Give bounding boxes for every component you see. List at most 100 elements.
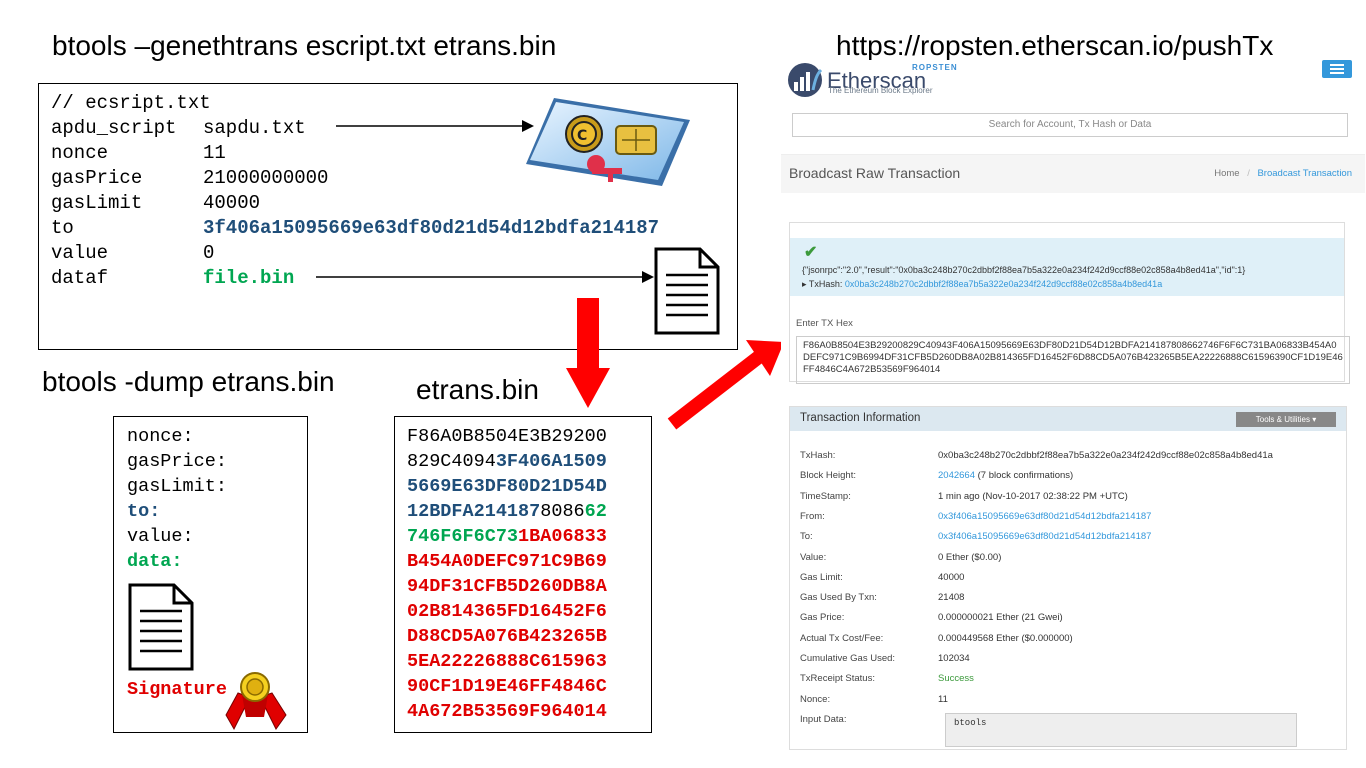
breadcrumb-current[interactable]: Broadcast Transaction (1257, 168, 1352, 179)
transaction-info-header: Transaction Information Tools & Utilitie… (790, 407, 1346, 431)
info-value: 11 (938, 694, 948, 705)
hex-segment: 5EA22226888C615963 (407, 651, 607, 672)
txhash-label: ▸ TxHash: (802, 279, 843, 289)
info-label: Gas Limit: (800, 571, 843, 583)
pushtx-url: https://ropsten.etherscan.io/pushTx (836, 30, 1274, 61)
etherscan-page: ROPSTEN Etherscan The Ethereum Block Exp… (781, 60, 1365, 750)
dump-field: value: (127, 526, 194, 547)
smartcard-icon: C (526, 98, 690, 186)
script-key: gasPrice (51, 167, 143, 189)
info-value-text[interactable]: 0x3f406a15095669e63df80d21d54d12bdfa2141… (938, 511, 1151, 522)
info-value: 102034 (938, 653, 970, 664)
red-diagonal-arrow (667, 340, 784, 430)
hex-segment: 746F6F6C73 (407, 526, 519, 547)
script-row: to 3f406a15095669e63df80d21d54d12bdfa2141… (51, 216, 659, 241)
document-icon (654, 247, 720, 335)
input-data-field[interactable]: btools (945, 713, 1297, 747)
hex-line: B454A0DEFC971C9B69 (407, 549, 607, 574)
script-row: gasPrice 21000000000 (51, 166, 328, 191)
info-value-text: 102034 (938, 653, 970, 664)
hex-segment: 90CF1D19E46FF4846C (407, 676, 607, 697)
hex-line: 90CF1D19E46FF4846C (407, 674, 607, 699)
red-down-arrow (566, 298, 610, 408)
tools-utilities-label: Tools & Utilities (1255, 415, 1310, 424)
result-txhash: ▸ TxHash: 0x0ba3c248b270c2dbbf2f88ea7b5a… (802, 279, 1162, 290)
script-value: 21000000000 (203, 167, 329, 189)
info-label: Input Data: (800, 713, 847, 725)
script-key: value (51, 242, 109, 264)
info-value-text: 0 Ether ($0.00) (938, 551, 1002, 563)
info-value-text: 0x0ba3c248b270c2dbbf2f88ea7b5a322e0a234f… (938, 450, 1273, 461)
script-row: apdu_script sapdu.txt (51, 116, 306, 141)
hex-segment: 02B814365FD16452F6 (407, 601, 607, 622)
tools-utilities-button[interactable]: Tools & Utilities ▾ (1236, 412, 1336, 427)
etherscan-logo-icon[interactable] (785, 62, 825, 98)
etrans-hex-box: F86A0B8504E3B29200 829C40943F406A1509 5669… (394, 416, 652, 733)
hex-segment: 62 (584, 501, 607, 522)
info-value[interactable]: 0x3f406a15095669e63df80d21d54d12bdfa2141… (938, 511, 1151, 522)
info-value-text[interactable]: 2042664 (938, 470, 975, 481)
info-value-text: 11 (938, 693, 948, 705)
tx-hex-textarea[interactable]: F86A0B8504E3B29200829C40943F406A15095669… (796, 336, 1350, 384)
svg-text:C: C (577, 128, 587, 144)
arrow-to-card (336, 120, 534, 132)
breadcrumb-home[interactable]: Home (1214, 168, 1239, 179)
search-input[interactable]: Search for Account, Tx Hash or Data (792, 113, 1348, 137)
hex-line: 5669E63DF80D21D54D (407, 474, 607, 499)
info-value[interactable]: 0x3f406a15095669e63df80d21d54d12bdfa2141… (938, 531, 1151, 542)
etrans-label: etrans.bin (416, 374, 539, 405)
script-row: value 0 (51, 241, 214, 266)
script-value: 40000 (203, 192, 261, 214)
script-key: dataf (51, 267, 109, 289)
dump-box: nonce: gasPrice: gasLimit: to: value: data: S… (113, 416, 308, 733)
info-value-extra: (7 block confirmations) (974, 470, 1074, 482)
check-icon: ✔ (804, 244, 818, 261)
script-value: 11 (203, 142, 226, 164)
genethtrans-command: btools –genethtrans escript.txt etrans.b… (52, 30, 557, 61)
info-value-text: Success (938, 673, 974, 685)
hex-line: 5EA22226888C615963 (407, 649, 607, 674)
dump-command: btools -dump etrans.bin (42, 366, 335, 397)
hex-segment: 1BA06833 (518, 526, 607, 547)
info-value-text[interactable]: 0x3f406a15095669e63df80d21d54d12bdfa2141… (938, 531, 1151, 542)
info-label: Gas Price: (800, 612, 845, 624)
dump-field: to: (127, 501, 161, 522)
info-label: TimeStamp: (800, 490, 851, 502)
transaction-info-panel: Transaction Information Tools & Utilitie… (789, 406, 1347, 750)
script-value: sapdu.txt (203, 117, 306, 139)
info-label: TxReceipt Status: (800, 673, 875, 685)
hex-line: 746F6F6C731BA06833 (407, 524, 607, 549)
arrow-to-file (316, 271, 654, 283)
page-title: Broadcast Raw Transaction (789, 165, 961, 181)
info-label: Cumulative Gas Used: (800, 653, 896, 664)
dump-field: nonce: (127, 426, 194, 447)
dump-field: gasPrice: (127, 451, 227, 472)
result-json: {"jsonrpc":"2.0","result":"0x0ba3c248b27… (802, 265, 1246, 275)
script-row: nonce 11 (51, 141, 226, 166)
info-value: 1 min ago (Nov-10-2017 02:38:22 PM +UTC) (938, 491, 1128, 502)
signature-label: Signature (127, 679, 227, 700)
info-value-text: 0.000449568 Ether ($0.000000) (938, 632, 1073, 644)
hex-segment: 4A672B53569F964014 (407, 701, 607, 722)
info-label: Value: (800, 551, 827, 563)
info-label: Actual Tx Cost/Fee: (800, 632, 884, 644)
enter-tx-hex-label: Enter TX Hex (796, 318, 853, 329)
breadcrumb: Home / Broadcast Transaction (1214, 168, 1352, 179)
info-value: 0 Ether ($0.00) (938, 552, 1001, 563)
hex-line: F86A0B8504E3B29200 (407, 424, 607, 449)
hex-segment: D88CD5A076B423265B (407, 626, 607, 647)
script-value: 3f406a15095669e63df80d21d54d12bdfa214187 (203, 217, 660, 239)
hex-segment: 12BDFA214187 (407, 501, 541, 522)
hamburger-menu-icon[interactable] (1322, 60, 1352, 78)
script-value: file.bin (203, 267, 295, 289)
hex-line: 4A672B53569F964014 (407, 699, 607, 724)
dump-field: data: (127, 551, 183, 572)
info-label: Nonce: (800, 693, 831, 705)
info-label: From: (800, 510, 825, 522)
script-row: dataf file.bin (51, 266, 294, 291)
hex-segment: 94DF31CFB5D260DB8A (407, 576, 607, 597)
info-value[interactable]: 2042664 (7 block confirmations) (938, 470, 1073, 481)
brand-tagline: The Ethereum Block Explorer (828, 86, 933, 95)
seal-ribbon-icon (225, 672, 287, 731)
txhash-link[interactable]: 0x0ba3c248b270c2dbbf2f88ea7b5a322e0a234f… (845, 279, 1162, 289)
